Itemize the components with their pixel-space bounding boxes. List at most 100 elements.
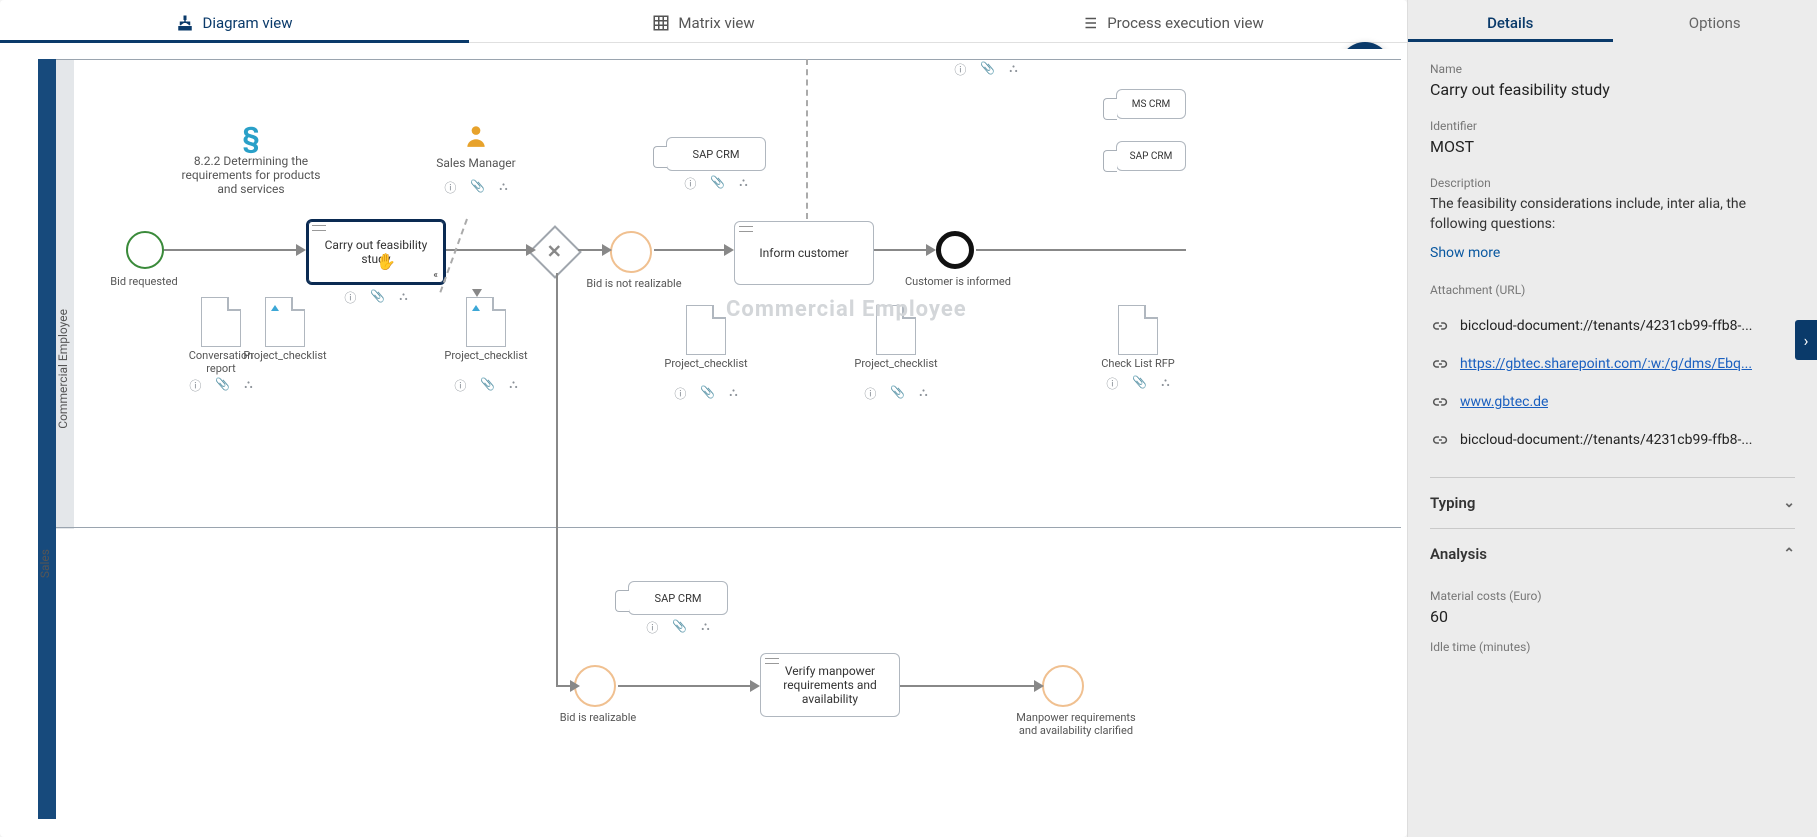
name-value: Carry out feasibility study bbox=[1430, 80, 1795, 99]
end-label: Customer is informed bbox=[898, 275, 1018, 288]
name-label: Name bbox=[1430, 62, 1795, 76]
attachment-text: biccloud-document://tenants/4231cb99-ffb… bbox=[1460, 432, 1752, 448]
section-typing[interactable]: Typing ⌄ bbox=[1430, 477, 1795, 528]
section-sign-icon: § bbox=[181, 121, 321, 154]
lane-label: Commercial Employee bbox=[56, 309, 70, 429]
system-label: SAP CRM bbox=[1130, 151, 1173, 162]
attachment-icon[interactable]: 📎 bbox=[215, 377, 230, 394]
attachment-icon[interactable]: 📎 bbox=[370, 289, 385, 306]
lane-bar bbox=[56, 59, 74, 529]
panel-tab-options[interactable]: Options bbox=[1613, 0, 1817, 42]
regulation-artifact[interactable]: § 8.2.2 Determining the requirements for… bbox=[181, 121, 321, 196]
view-tabbar: Diagram view Matrix view Process executi… bbox=[0, 0, 1407, 43]
attachment-icon[interactable]: 📎 bbox=[480, 377, 495, 394]
attachment-icon[interactable]: 📎 bbox=[890, 385, 905, 402]
info-icon[interactable]: ⓘ bbox=[1106, 375, 1118, 392]
attachment-row[interactable]: https://gbtec.sharepoint.com/:w:/g/dms/E… bbox=[1430, 345, 1795, 383]
grid-icon bbox=[652, 14, 670, 32]
system-label: MS CRM bbox=[1132, 99, 1171, 110]
doc-label: Project_checklist bbox=[661, 357, 751, 370]
description-value: The feasibility considerations include, … bbox=[1430, 194, 1795, 235]
role-sales-manager[interactable]: Sales Manager ⓘ📎⛬ bbox=[426, 123, 526, 170]
task-verify-manpower[interactable]: Verify manpower requirements and availab… bbox=[760, 653, 900, 717]
attachment-row[interactable]: www.gbtec.de bbox=[1430, 383, 1795, 421]
end-event[interactable] bbox=[936, 231, 974, 269]
task-label: Inform customer bbox=[759, 246, 848, 260]
system-label: SAP CRM bbox=[655, 592, 702, 605]
org-icon[interactable]: ⛬ bbox=[919, 385, 927, 402]
marker-icon: « bbox=[433, 270, 438, 281]
info-icon[interactable]: ⓘ bbox=[454, 377, 466, 394]
attachment-icon[interactable]: 📎 bbox=[710, 175, 725, 192]
bpmn-canvas[interactable]: Sales Commercial Employee § 8.2.2 Determ… bbox=[6, 49, 1401, 831]
org-icon[interactable]: ⛬ bbox=[739, 175, 747, 192]
doc-project-checklist-1[interactable] bbox=[265, 297, 305, 347]
task-feasibility-study[interactable]: Carry out feasibility study ✋ « bbox=[306, 219, 446, 285]
info-icon[interactable]: ⓘ bbox=[674, 385, 686, 402]
org-icon[interactable]: ⛬ bbox=[499, 179, 507, 196]
show-more-link[interactable]: Show more bbox=[1430, 245, 1795, 261]
system-ms-crm[interactable]: MS CRM bbox=[1116, 89, 1186, 119]
idle-label: Idle time (minutes) bbox=[1430, 640, 1795, 654]
attachment-link[interactable]: https://gbtec.sharepoint.com/:w:/g/dms/E… bbox=[1460, 356, 1752, 372]
info-icon[interactable]: ⓘ bbox=[444, 179, 456, 196]
doc-label: Project_checklist bbox=[851, 357, 941, 370]
chevron-right-icon: › bbox=[1804, 331, 1809, 350]
org-icon[interactable]: ⛬ bbox=[729, 385, 737, 402]
org-icon[interactable]: ⛬ bbox=[244, 377, 252, 394]
chevron-down-icon: ⌄ bbox=[1783, 495, 1795, 511]
org-icon[interactable]: ⛬ bbox=[701, 619, 709, 636]
panel-tab-details[interactable]: Details bbox=[1408, 0, 1613, 42]
doc-conversation-report[interactable] bbox=[201, 297, 241, 347]
main-area: Diagram view Matrix view Process executi… bbox=[0, 0, 1407, 837]
description-label: Description bbox=[1430, 176, 1795, 190]
system-sap-crm-2[interactable]: SAP CRM bbox=[1116, 141, 1186, 171]
system-sap-crm[interactable]: SAP CRM bbox=[666, 137, 766, 171]
org-icon[interactable]: ⛬ bbox=[1009, 61, 1017, 78]
cursor-icon: ✋ bbox=[376, 252, 396, 271]
attachment-row: biccloud-document://tenants/4231cb99-ffb… bbox=[1430, 307, 1795, 345]
tab-execution-view[interactable]: Process execution view bbox=[938, 0, 1407, 42]
info-icon[interactable]: ⓘ bbox=[684, 175, 696, 192]
section-analysis[interactable]: Analysis ⌃ bbox=[1430, 528, 1795, 579]
tab-matrix-view[interactable]: Matrix view bbox=[469, 0, 938, 42]
collapse-panel-button[interactable]: › bbox=[1795, 320, 1817, 360]
org-icon[interactable]: ⛬ bbox=[1161, 375, 1169, 392]
doc-project-checklist-2[interactable] bbox=[466, 297, 506, 347]
material-label: Material costs (Euro) bbox=[1430, 589, 1795, 603]
attachment-icon[interactable]: 📎 bbox=[980, 61, 995, 78]
event-label: Bid is realizable bbox=[538, 711, 658, 724]
doc-project-checklist-3[interactable] bbox=[686, 305, 726, 355]
info-icon[interactable]: ⓘ bbox=[954, 61, 966, 78]
pool-label: Sales bbox=[38, 549, 52, 578]
doc-label: Project_checklist bbox=[240, 349, 330, 362]
start-event[interactable] bbox=[126, 231, 164, 269]
attachment-link[interactable]: www.gbtec.de bbox=[1460, 394, 1548, 410]
material-value: 60 bbox=[1430, 607, 1795, 626]
info-icon[interactable]: ⓘ bbox=[646, 619, 658, 636]
info-icon[interactable]: ⓘ bbox=[344, 289, 356, 306]
chevron-up-icon: ⌃ bbox=[1783, 546, 1795, 562]
info-icon[interactable]: ⓘ bbox=[189, 377, 201, 394]
attachment-row: biccloud-document://tenants/4231cb99-ffb… bbox=[1430, 421, 1795, 459]
tab-label: Matrix view bbox=[678, 14, 754, 32]
event-label: Manpower requirements and availability c… bbox=[1006, 711, 1146, 737]
role-label: Sales Manager bbox=[436, 156, 515, 170]
system-sap-crm-3[interactable]: SAP CRM bbox=[628, 581, 728, 615]
link-icon bbox=[1430, 393, 1448, 411]
attachment-icon[interactable]: 📎 bbox=[470, 179, 485, 196]
attachment-icon[interactable]: 📎 bbox=[672, 619, 687, 636]
doc-label: Project_checklist bbox=[441, 349, 531, 362]
org-icon[interactable]: ⛬ bbox=[509, 377, 517, 394]
info-icon[interactable]: ⓘ bbox=[864, 385, 876, 402]
attachment-icon[interactable]: 📎 bbox=[700, 385, 715, 402]
gateway-exclusive[interactable]: ✕ bbox=[528, 225, 582, 279]
tab-diagram-view[interactable]: Diagram view bbox=[0, 0, 469, 42]
attachment-list: biccloud-document://tenants/4231cb99-ffb… bbox=[1430, 307, 1795, 459]
doc-checklist-rfp[interactable] bbox=[1118, 305, 1158, 355]
hierarchy-icon bbox=[176, 14, 194, 32]
task-inform-customer[interactable]: Inform customer bbox=[734, 221, 874, 285]
lane-watermark: Commercial Employee bbox=[726, 297, 967, 322]
org-icon[interactable]: ⛬ bbox=[399, 289, 407, 306]
attachment-icon[interactable]: 📎 bbox=[1132, 375, 1147, 392]
